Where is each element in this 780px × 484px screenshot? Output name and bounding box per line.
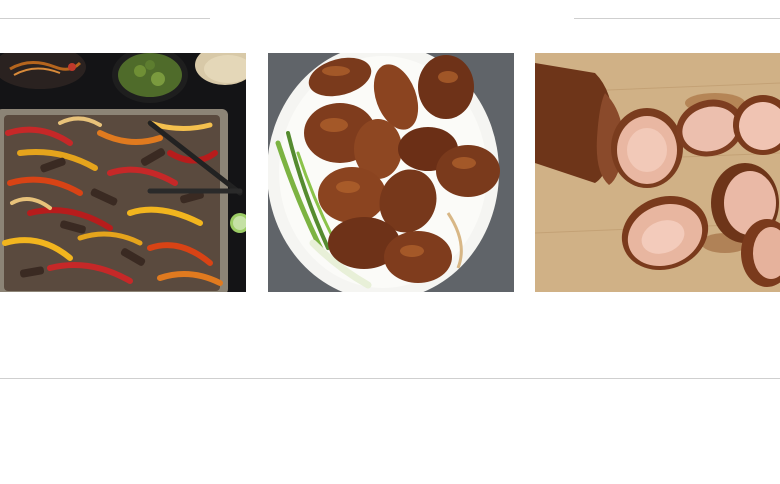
recipe-card-fajitas[interactable] xyxy=(0,53,246,292)
recipe-card-pork-tenderloin[interactable] xyxy=(535,53,780,292)
divider-bottom xyxy=(0,378,780,379)
recipe-gallery-page xyxy=(0,0,780,484)
roast-chicken-photo xyxy=(268,53,514,292)
fajitas-photo xyxy=(0,53,246,292)
recipe-card-roast-chicken[interactable] xyxy=(268,53,514,292)
pork-tenderloin-photo xyxy=(535,53,780,292)
divider-top-right xyxy=(574,18,780,19)
divider-top-left xyxy=(0,18,210,19)
